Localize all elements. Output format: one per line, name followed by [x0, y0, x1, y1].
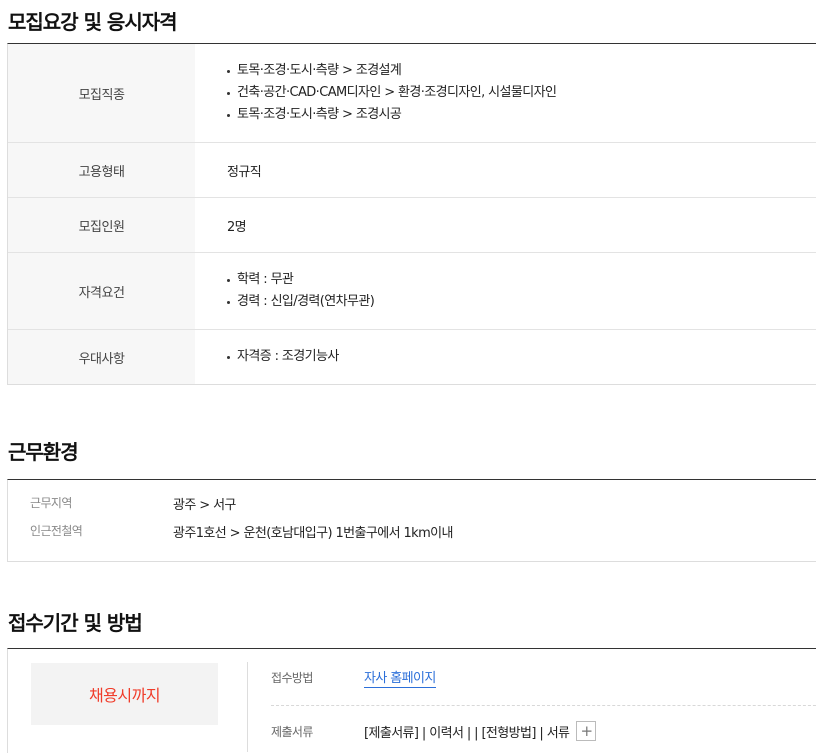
homepage-link[interactable]: 자사 홈페이지 [364, 667, 436, 688]
location-label: 근무지역 [30, 496, 72, 510]
row-label: 모집직종 [8, 44, 195, 142]
employment-type: 정규직 [227, 164, 262, 180]
row-label: 고용형태 [8, 143, 195, 197]
documents-label: 제출서류 [271, 724, 313, 739]
deadline-badge: 채용시까지 [31, 663, 218, 725]
subway-label: 인근전철역 [30, 524, 83, 538]
recruit-section-title: 모집요강 및 응시자격 [8, 10, 178, 34]
expand-plus-button[interactable]: + [576, 721, 597, 741]
documents-value: [제출서류] | 이력서 | | [전형방법] | 서류 [364, 725, 570, 741]
row-label: 모집인원 [8, 198, 195, 252]
row-value: 정규직 [195, 143, 816, 197]
table-row: 자격요건 학력 : 무관 경력 : 신입/경력(연차무관) [8, 253, 816, 330]
method-row: 접수방법 자사 홈페이지 [271, 667, 436, 688]
row-value: 학력 : 무관 경력 : 신입/경력(연차무관) [195, 253, 816, 329]
table-row: 고용형태 정규직 [8, 143, 816, 198]
list-item: 경력 : 신입/경력(연차무관) [227, 291, 816, 313]
list-item: 학력 : 무관 [227, 269, 816, 291]
divider [247, 662, 248, 752]
apply-section-title: 접수기간 및 방법 [8, 611, 143, 635]
headcount-value: 2명 [227, 219, 247, 235]
subway-value: 광주1호선 > 운천(호남대입구) 1번출구에서 1km이내 [173, 526, 453, 541]
location-value: 광주 > 서구 [173, 498, 236, 513]
row-value: 토목·조경·도시·측량 > 조경설계 건축·공간·CAD·CAM디자인 > 환경… [195, 44, 816, 142]
recruit-table: 모집직종 토목·조경·도시·측량 > 조경설계 건축·공간·CAD·CAM디자인… [7, 43, 816, 385]
documents-row: 제출서류 [제출서류] | 이력서 | | [전형방법] | 서류 + [271, 721, 597, 741]
table-row: 모집직종 토목·조경·도시·측량 > 조경설계 건축·공간·CAD·CAM디자인… [8, 44, 816, 143]
row-label: 자격요건 [8, 253, 195, 329]
list-item: 토목·조경·도시·측량 > 조경시공 [227, 104, 816, 126]
subway-row: 인근전철역 광주1호선 > 운천(호남대입구) 1번출구에서 1km이내 [30, 522, 453, 541]
table-row: 모집인원 2명 [8, 198, 816, 253]
environment-section-title: 근무환경 [8, 440, 79, 464]
row-label: 우대사항 [8, 330, 195, 384]
divider [271, 705, 816, 706]
location-row: 근무지역 광주 > 서구 [30, 494, 236, 513]
apply-box: 채용시까지 접수방법 자사 홈페이지 제출서류 [제출서류] | 이력서 | |… [7, 648, 816, 753]
list-item: 건축·공간·CAD·CAM디자인 > 환경·조경디자인, 시설물디자인 [227, 82, 816, 104]
environment-box: 근무지역 광주 > 서구 인근전철역 광주1호선 > 운천(호남대입구) 1번출… [7, 479, 816, 562]
row-value: 2명 [195, 198, 816, 252]
method-label: 접수방법 [271, 671, 313, 685]
list-item: 자격증 : 조경기능사 [227, 346, 816, 368]
table-row: 우대사항 자격증 : 조경기능사 [8, 330, 816, 384]
row-value: 자격증 : 조경기능사 [195, 330, 816, 384]
list-item: 토목·조경·도시·측량 > 조경설계 [227, 60, 816, 82]
